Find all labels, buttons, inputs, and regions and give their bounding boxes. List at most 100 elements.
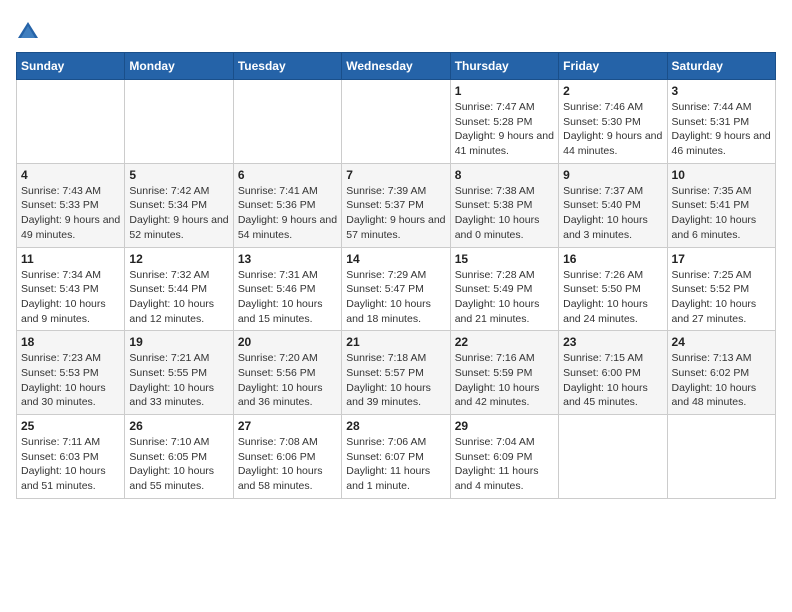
day-info: Sunrise: 7:04 AM Sunset: 6:09 PM Dayligh… [455, 435, 554, 494]
calendar-day-cell: 22 Sunrise: 7:16 AM Sunset: 5:59 PM Dayli… [450, 331, 558, 415]
day-info: Sunrise: 7:43 AM Sunset: 5:33 PM Dayligh… [21, 184, 120, 243]
day-info: Sunrise: 7:08 AM Sunset: 6:06 PM Dayligh… [238, 435, 337, 494]
day-info: Sunrise: 7:47 AM Sunset: 5:28 PM Dayligh… [455, 100, 554, 159]
day-number: 1 [455, 84, 554, 98]
calendar-day-cell [125, 80, 233, 164]
calendar-day-cell: 3 Sunrise: 7:44 AM Sunset: 5:31 PM Daylig… [667, 80, 775, 164]
day-of-week-header: Sunday [17, 53, 125, 80]
day-number: 13 [238, 252, 337, 266]
day-of-week-header: Saturday [667, 53, 775, 80]
day-info: Sunrise: 7:31 AM Sunset: 5:46 PM Dayligh… [238, 268, 337, 327]
calendar-day-cell: 24Sunrise: 7:13 AM Sunset: 6:02 PM Dayli… [667, 331, 775, 415]
day-of-week-header: Monday [125, 53, 233, 80]
day-number: 15 [455, 252, 554, 266]
calendar-week-row: 1 Sunrise: 7:47 AM Sunset: 5:28 PM Daylig… [17, 80, 776, 164]
calendar-day-cell: 21 Sunrise: 7:18 AM Sunset: 5:57 PM Dayli… [342, 331, 450, 415]
calendar-day-cell: 7 Sunrise: 7:39 AM Sunset: 5:37 PM Daylig… [342, 163, 450, 247]
calendar-day-cell: 25 Sunrise: 7:11 AM Sunset: 6:03 PM Dayli… [17, 415, 125, 499]
day-of-week-header: Tuesday [233, 53, 341, 80]
day-number: 6 [238, 168, 337, 182]
day-info: Sunrise: 7:25 AM Sunset: 5:52 PM Dayligh… [672, 268, 771, 327]
day-info: Sunrise: 7:34 AM Sunset: 5:43 PM Dayligh… [21, 268, 120, 327]
day-info: Sunrise: 7:39 AM Sunset: 5:37 PM Dayligh… [346, 184, 445, 243]
calendar-day-cell: 13 Sunrise: 7:31 AM Sunset: 5:46 PM Dayli… [233, 247, 341, 331]
day-number: 8 [455, 168, 554, 182]
calendar-day-cell: 2 Sunrise: 7:46 AM Sunset: 5:30 PM Daylig… [559, 80, 667, 164]
day-of-week-header: Thursday [450, 53, 558, 80]
page-header [16, 16, 776, 44]
calendar-week-row: 4 Sunrise: 7:43 AM Sunset: 5:33 PM Daylig… [17, 163, 776, 247]
calendar-day-cell [342, 80, 450, 164]
calendar-header: SundayMondayTuesdayWednesdayThursdayFrid… [17, 53, 776, 80]
calendar-table: SundayMondayTuesdayWednesdayThursdayFrid… [16, 52, 776, 499]
day-number: 20 [238, 335, 337, 349]
day-info: Sunrise: 7:06 AM Sunset: 6:07 PM Dayligh… [346, 435, 445, 494]
calendar-week-row: 11 Sunrise: 7:34 AM Sunset: 5:43 PM Dayli… [17, 247, 776, 331]
calendar-day-cell: 10 Sunrise: 7:35 AM Sunset: 5:41 PM Dayli… [667, 163, 775, 247]
day-info: Sunrise: 7:21 AM Sunset: 5:55 PM Dayligh… [129, 351, 228, 410]
day-number: 10 [672, 168, 771, 182]
day-number: 25 [21, 419, 120, 433]
day-number: 22 [455, 335, 554, 349]
day-info: Sunrise: 7:44 AM Sunset: 5:31 PM Dayligh… [672, 100, 771, 159]
day-info: Sunrise: 7:32 AM Sunset: 5:44 PM Dayligh… [129, 268, 228, 327]
day-info: Sunrise: 7:18 AM Sunset: 5:57 PM Dayligh… [346, 351, 445, 410]
calendar-day-cell: 11 Sunrise: 7:34 AM Sunset: 5:43 PM Dayli… [17, 247, 125, 331]
calendar-day-cell: 6 Sunrise: 7:41 AM Sunset: 5:36 PM Daylig… [233, 163, 341, 247]
calendar-day-cell: 19Sunrise: 7:21 AM Sunset: 5:55 PM Dayli… [125, 331, 233, 415]
calendar-day-cell [17, 80, 125, 164]
logo-icon [16, 20, 40, 44]
day-info: Sunrise: 7:20 AM Sunset: 5:56 PM Dayligh… [238, 351, 337, 410]
day-info: Sunrise: 7:41 AM Sunset: 5:36 PM Dayligh… [238, 184, 337, 243]
day-number: 29 [455, 419, 554, 433]
day-info: Sunrise: 7:38 AM Sunset: 5:38 PM Dayligh… [455, 184, 554, 243]
day-number: 18 [21, 335, 120, 349]
calendar-day-cell: 27 Sunrise: 7:08 AM Sunset: 6:06 PM Dayli… [233, 415, 341, 499]
day-number: 26 [129, 419, 228, 433]
day-number: 14 [346, 252, 445, 266]
day-number: 9 [563, 168, 662, 182]
calendar-day-cell [667, 415, 775, 499]
day-number: 21 [346, 335, 445, 349]
calendar-body: 1 Sunrise: 7:47 AM Sunset: 5:28 PM Daylig… [17, 80, 776, 499]
calendar-day-cell: 16Sunrise: 7:26 AM Sunset: 5:50 PM Dayli… [559, 247, 667, 331]
day-number: 27 [238, 419, 337, 433]
day-info: Sunrise: 7:29 AM Sunset: 5:47 PM Dayligh… [346, 268, 445, 327]
day-number: 24 [672, 335, 771, 349]
calendar-day-cell [559, 415, 667, 499]
calendar-day-cell: 26 Sunrise: 7:10 AM Sunset: 6:05 PM Dayli… [125, 415, 233, 499]
day-info: Sunrise: 7:10 AM Sunset: 6:05 PM Dayligh… [129, 435, 228, 494]
calendar-day-cell: 5Sunrise: 7:42 AM Sunset: 5:34 PM Daylig… [125, 163, 233, 247]
day-info: Sunrise: 7:35 AM Sunset: 5:41 PM Dayligh… [672, 184, 771, 243]
calendar-day-cell: 14 Sunrise: 7:29 AM Sunset: 5:47 PM Dayli… [342, 247, 450, 331]
calendar-week-row: 18Sunrise: 7:23 AM Sunset: 5:53 PM Dayli… [17, 331, 776, 415]
day-number: 11 [21, 252, 120, 266]
day-number: 2 [563, 84, 662, 98]
day-info: Sunrise: 7:42 AM Sunset: 5:34 PM Dayligh… [129, 184, 228, 243]
calendar-day-cell: 1 Sunrise: 7:47 AM Sunset: 5:28 PM Daylig… [450, 80, 558, 164]
day-number: 3 [672, 84, 771, 98]
calendar-day-cell [233, 80, 341, 164]
calendar-day-cell: 17Sunrise: 7:25 AM Sunset: 5:52 PM Dayli… [667, 247, 775, 331]
day-number: 12 [129, 252, 228, 266]
day-info: Sunrise: 7:28 AM Sunset: 5:49 PM Dayligh… [455, 268, 554, 327]
day-of-week-header: Friday [559, 53, 667, 80]
days-of-week-row: SundayMondayTuesdayWednesdayThursdayFrid… [17, 53, 776, 80]
day-info: Sunrise: 7:26 AM Sunset: 5:50 PM Dayligh… [563, 268, 662, 327]
day-of-week-header: Wednesday [342, 53, 450, 80]
day-number: 23 [563, 335, 662, 349]
day-info: Sunrise: 7:11 AM Sunset: 6:03 PM Dayligh… [21, 435, 120, 494]
day-number: 4 [21, 168, 120, 182]
calendar-day-cell: 15 Sunrise: 7:28 AM Sunset: 5:49 PM Dayli… [450, 247, 558, 331]
calendar-day-cell: 9 Sunrise: 7:37 AM Sunset: 5:40 PM Daylig… [559, 163, 667, 247]
day-info: Sunrise: 7:46 AM Sunset: 5:30 PM Dayligh… [563, 100, 662, 159]
calendar-day-cell: 28 Sunrise: 7:06 AM Sunset: 6:07 PM Dayli… [342, 415, 450, 499]
calendar-week-row: 25 Sunrise: 7:11 AM Sunset: 6:03 PM Dayli… [17, 415, 776, 499]
day-info: Sunrise: 7:16 AM Sunset: 5:59 PM Dayligh… [455, 351, 554, 410]
calendar-day-cell: 4 Sunrise: 7:43 AM Sunset: 5:33 PM Daylig… [17, 163, 125, 247]
calendar-day-cell: 12 Sunrise: 7:32 AM Sunset: 5:44 PM Dayli… [125, 247, 233, 331]
day-number: 7 [346, 168, 445, 182]
day-info: Sunrise: 7:15 AM Sunset: 6:00 PM Dayligh… [563, 351, 662, 410]
day-number: 28 [346, 419, 445, 433]
day-info: Sunrise: 7:37 AM Sunset: 5:40 PM Dayligh… [563, 184, 662, 243]
